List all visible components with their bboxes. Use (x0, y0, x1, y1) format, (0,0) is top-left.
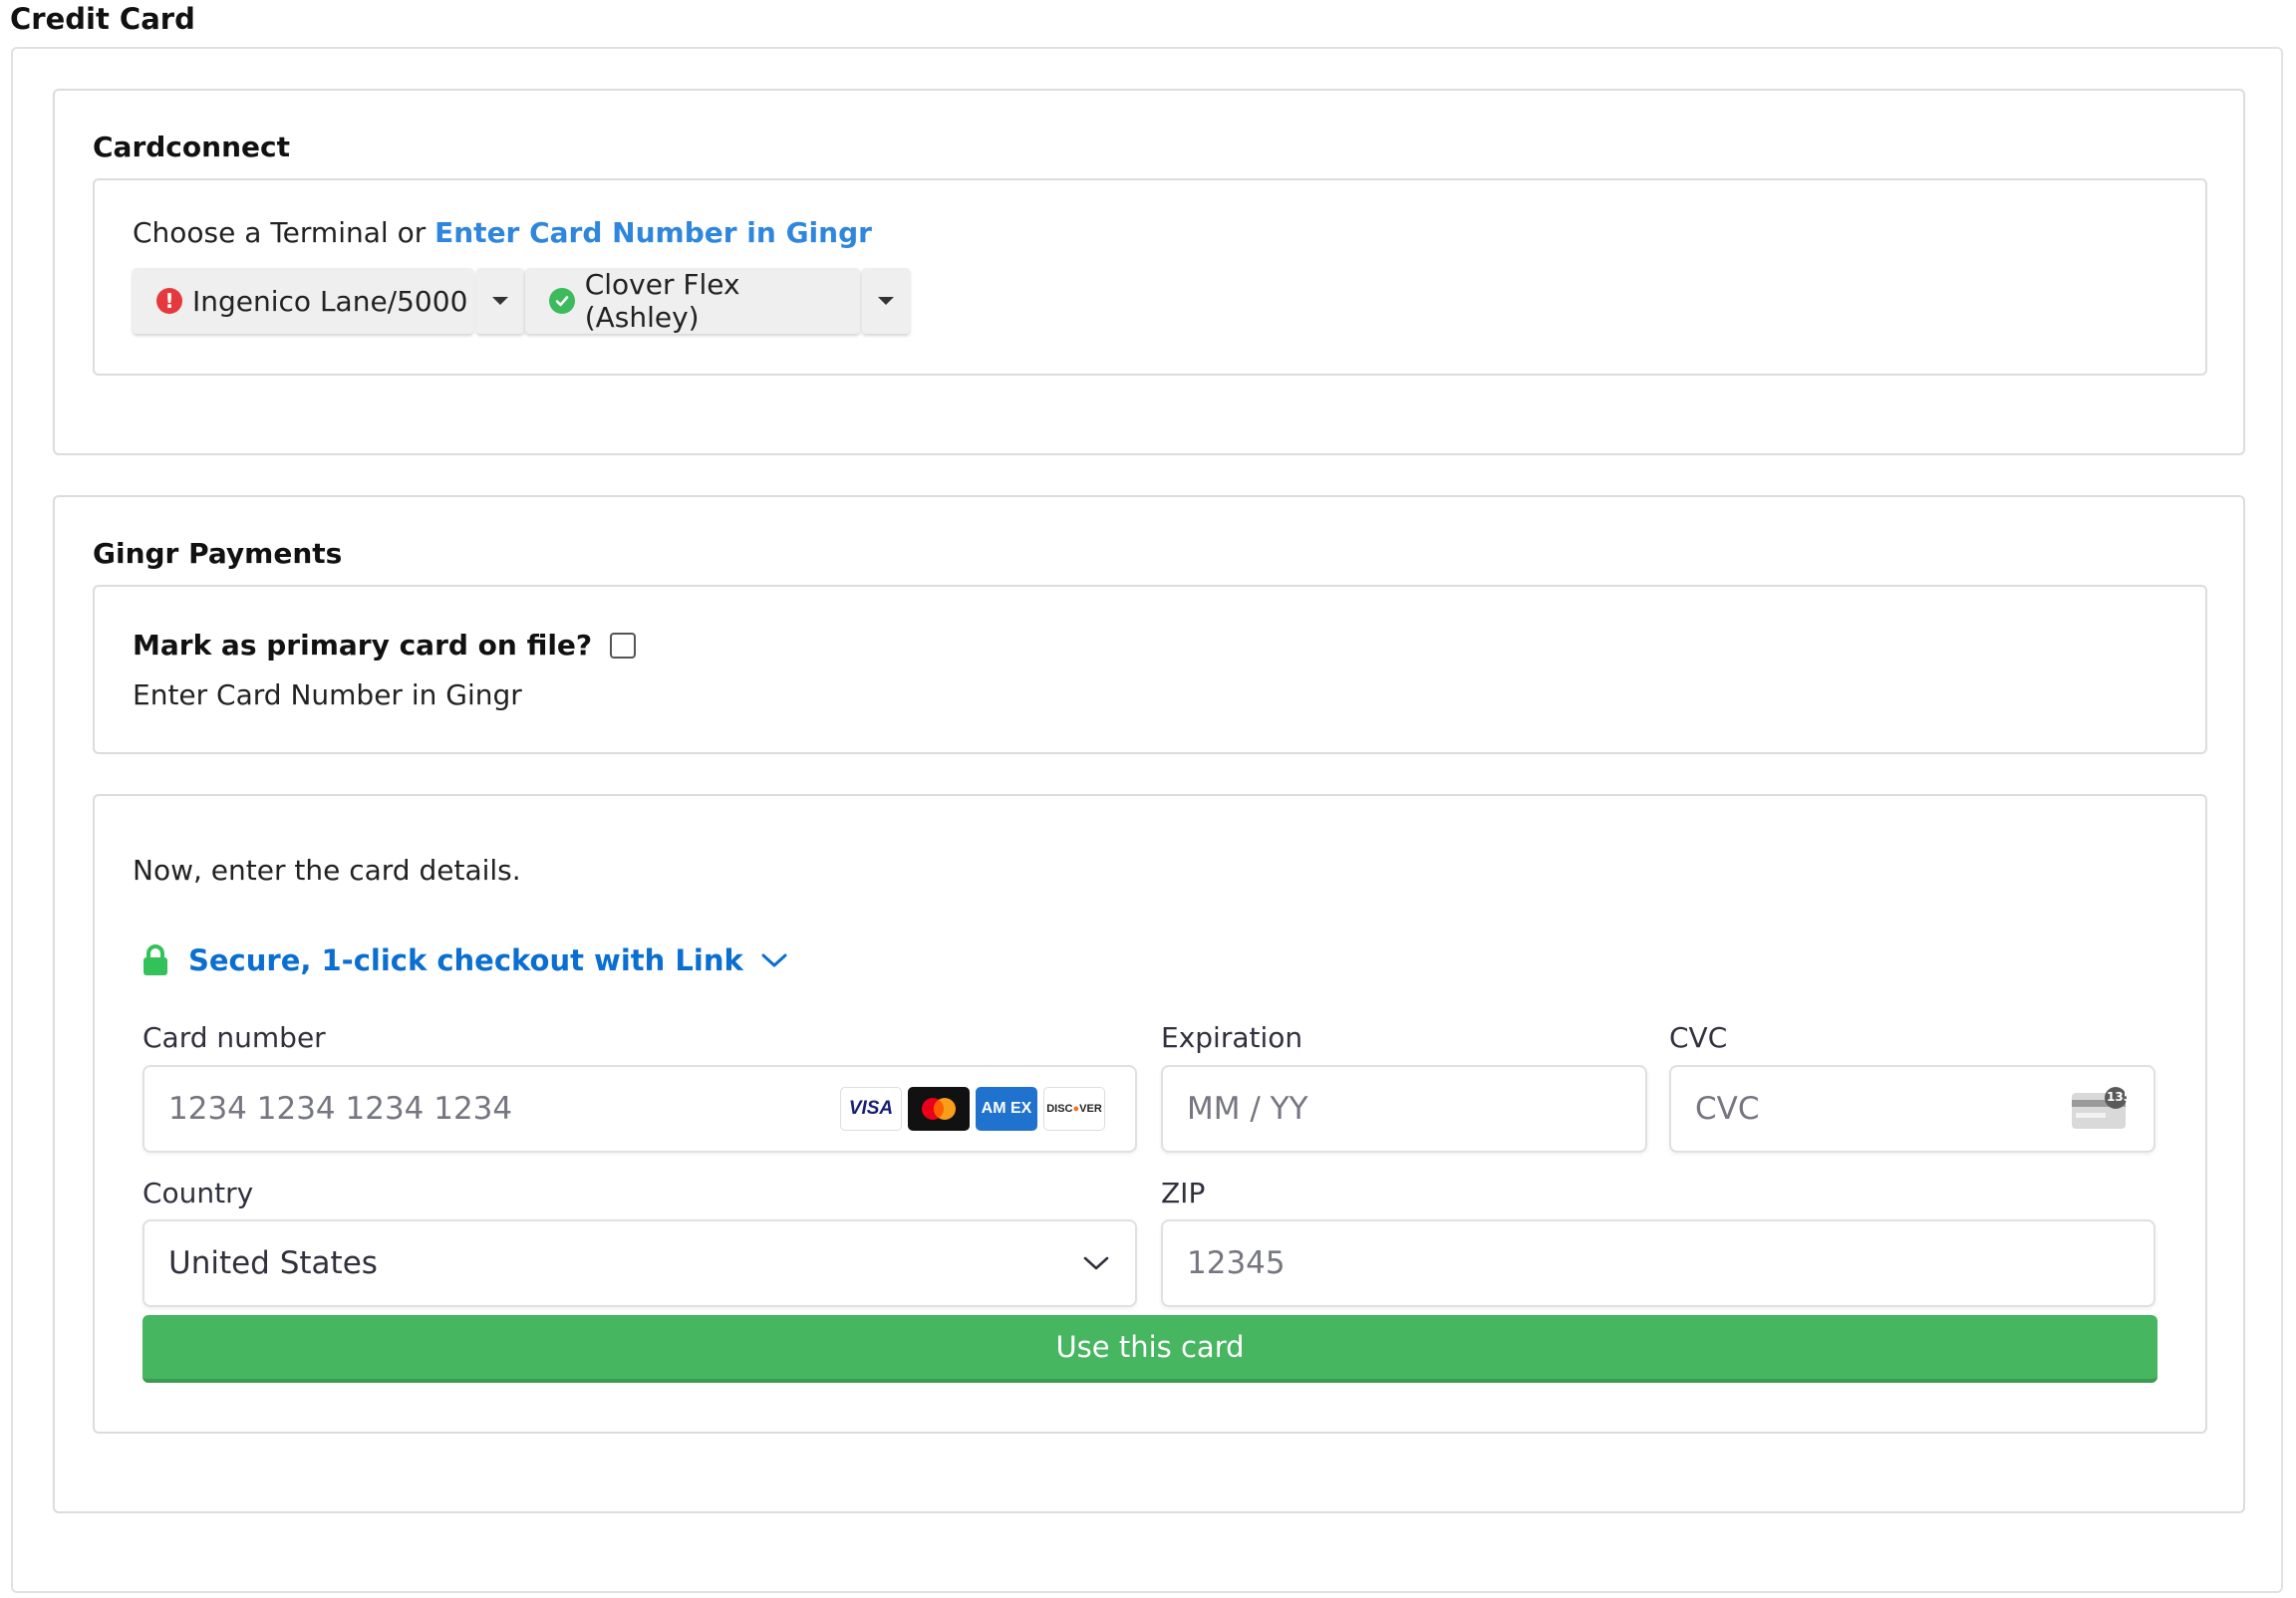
mastercard-icon (908, 1087, 970, 1131)
lock-icon (143, 944, 168, 976)
caret-down-icon (878, 297, 894, 305)
credit-card-panel: Cardconnect Choose a Terminal or Enter C… (11, 47, 2283, 1593)
card-number-label: Card number (143, 1021, 326, 1054)
choose-terminal-label: Choose a Terminal or (133, 216, 427, 249)
primary-card-checkbox[interactable] (610, 632, 637, 659)
cvc-card-icon: 135 (2070, 1087, 2133, 1131)
card-details-instructions: Now, enter the card details. (133, 854, 521, 887)
card-number-placeholder: 1234 1234 1234 1234 (168, 1091, 513, 1127)
country-label: Country (143, 1177, 254, 1209)
cvc-placeholder: CVC (1695, 1091, 1760, 1127)
card-number-input[interactable]: 1234 1234 1234 1234 VISA AM EX DISC ● VER (143, 1065, 1137, 1153)
cardconnect-section: Cardconnect Choose a Terminal or Enter C… (53, 89, 2245, 455)
expiration-placeholder: MM / YY (1187, 1091, 1308, 1127)
check-circle-icon (549, 288, 575, 314)
zip-input[interactable]: 12345 (1161, 1219, 2155, 1307)
exclamation-circle-icon: ! (156, 288, 182, 314)
page-title: Credit Card (10, 2, 195, 36)
primary-card-label: Mark as primary card on file? (133, 629, 593, 662)
primary-card-box: Mark as primary card on file? Enter Card… (93, 585, 2207, 754)
terminal-button-clover[interactable]: Clover Flex (Ashley) (525, 268, 860, 334)
terminal-box: Choose a Terminal or Enter Card Number i… (93, 178, 2207, 376)
cvc-input[interactable]: CVC 135 (1669, 1065, 2155, 1153)
use-this-card-button[interactable]: Use this card (143, 1315, 2157, 1383)
gingr-payments-section: Gingr Payments Mark as primary card on f… (53, 495, 2245, 1513)
terminal-label: Ingenico Lane/5000 (192, 284, 468, 318)
caret-down-icon (492, 297, 508, 305)
zip-placeholder: 12345 (1187, 1245, 1286, 1281)
terminal-dropdown-clover[interactable] (862, 268, 910, 334)
link-checkout-label: Secure, 1-click checkout with Link (188, 943, 743, 977)
visa-icon: VISA (840, 1087, 902, 1131)
cvc-label: CVC (1669, 1021, 1728, 1054)
country-select[interactable]: United States (143, 1219, 1137, 1307)
chevron-down-icon (761, 952, 787, 968)
terminal-label: Clover Flex (Ashley) (584, 268, 740, 334)
amex-icon: AM EX (976, 1087, 1037, 1131)
link-checkout-toggle[interactable]: Secure, 1-click checkout with Link (143, 943, 787, 977)
enter-card-text: Enter Card Number in Gingr (133, 678, 522, 711)
zip-label: ZIP (1161, 1177, 1206, 1209)
expiration-input[interactable]: MM / YY (1161, 1065, 1647, 1153)
gingr-payments-heading: Gingr Payments (93, 537, 343, 570)
cardconnect-heading: Cardconnect (93, 131, 290, 163)
primary-card-row: Mark as primary card on file? (133, 629, 637, 662)
chevron-down-icon (1083, 1255, 1109, 1271)
country-value: United States (168, 1245, 378, 1281)
cvc-badge-text: 135 (2107, 1090, 2133, 1104)
terminal-dropdown-ingenico[interactable] (476, 268, 524, 334)
card-details-box: Now, enter the card details. Secure, 1-c… (93, 794, 2207, 1434)
terminal-button-ingenico[interactable]: ! Ingenico Lane/5000 (133, 268, 473, 334)
enter-card-number-link[interactable]: Enter Card Number in Gingr (434, 216, 872, 249)
discover-icon: DISC ● VER (1043, 1087, 1105, 1131)
expiration-label: Expiration (1161, 1021, 1303, 1054)
choose-terminal-text: Choose a Terminal or Enter Card Number i… (133, 216, 872, 249)
